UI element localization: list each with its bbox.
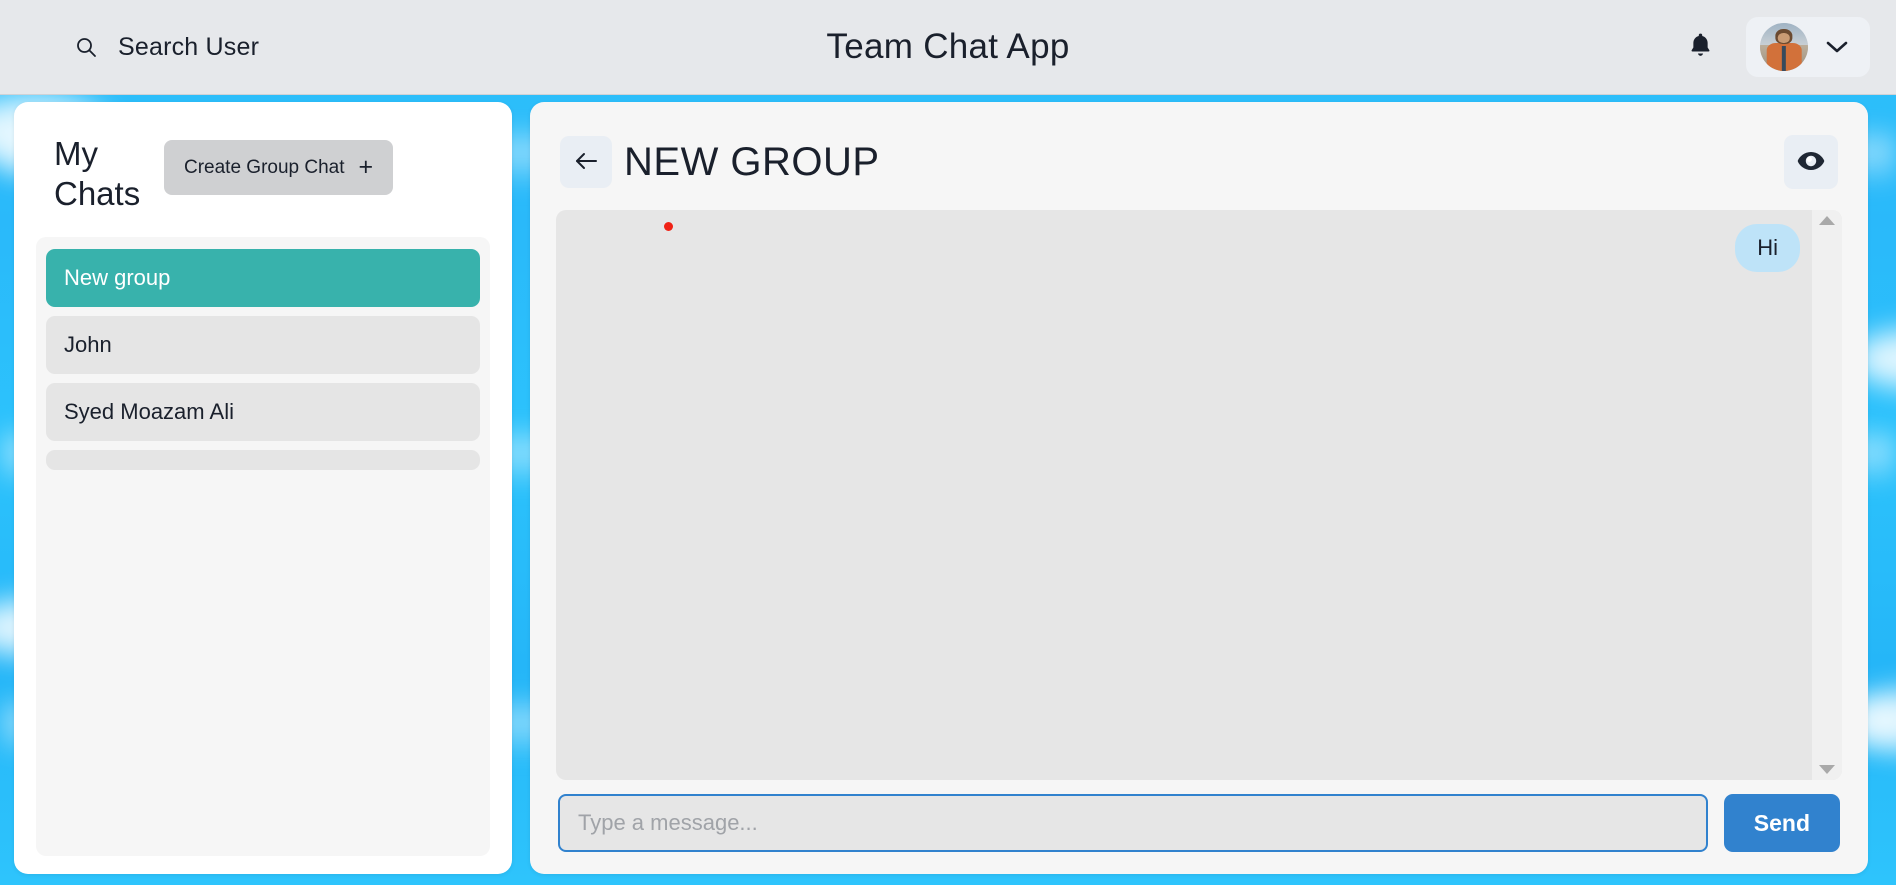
my-chats-panel: My Chats Create Group Chat + New group J… — [14, 102, 512, 874]
chat-list-item-label: John — [64, 331, 112, 357]
chat-box-panel: NEW GROUP Hi Type a message... Send — [530, 102, 1868, 874]
messages-area: Hi — [556, 210, 1842, 780]
chat-list: New group John Syed Moazam Ali — [36, 236, 490, 856]
search-icon — [74, 35, 98, 59]
send-button[interactable]: Send — [1723, 794, 1840, 852]
profile-menu-button[interactable] — [1746, 17, 1870, 77]
message-bubble: Hi — [1735, 224, 1800, 272]
chat-list-item-label: New group — [64, 264, 171, 290]
chat-list-item-syed-moazam-ali[interactable]: Syed Moazam Ali — [46, 382, 480, 441]
my-chats-title: My Chats — [54, 135, 141, 213]
create-group-chat-button[interactable]: Create Group Chat + — [164, 140, 394, 195]
top-bar: Search User Team Chat App — [0, 0, 1896, 95]
top-bar-actions — [1673, 17, 1870, 77]
arrow-left-icon — [573, 150, 599, 175]
create-group-chat-label: Create Group Chat — [184, 156, 345, 178]
chat-list-item-label: Syed Moazam Ali — [64, 398, 234, 424]
chat-list-item-empty[interactable] — [46, 449, 480, 470]
scroll-down-arrow-icon[interactable] — [1819, 765, 1835, 774]
view-group-info-button[interactable] — [1784, 135, 1838, 189]
my-chats-header: My Chats Create Group Chat + — [36, 120, 490, 221]
plus-icon: + — [358, 153, 374, 181]
message-row: Hi — [556, 210, 1842, 272]
chevron-down-icon — [1826, 40, 1848, 54]
app-root: Search User Team Chat App My Chats Creat… — [0, 0, 1896, 885]
message-composer: Send — [556, 794, 1842, 852]
back-button[interactable] — [560, 136, 612, 188]
search-user-label: Search User — [118, 32, 260, 61]
chat-list-item-new-group[interactable]: New group — [46, 248, 480, 307]
chat-title: NEW GROUP — [624, 139, 880, 184]
message-input[interactable] — [558, 794, 1708, 852]
chat-header: NEW GROUP — [556, 124, 1842, 200]
avatar — [1760, 23, 1808, 71]
bell-icon — [1687, 31, 1714, 63]
eye-icon — [1797, 151, 1825, 174]
typing-indicator-dot — [664, 222, 673, 231]
chat-list-item-john[interactable]: John — [46, 315, 480, 374]
scroll-up-arrow-icon[interactable] — [1819, 216, 1835, 225]
messages-scrollbar[interactable] — [1812, 210, 1842, 780]
search-user-button[interactable]: Search User — [60, 25, 273, 70]
notifications-button[interactable] — [1673, 21, 1728, 73]
app-title: Team Chat App — [826, 27, 1070, 66]
workspace: My Chats Create Group Chat + New group J… — [0, 96, 1896, 885]
